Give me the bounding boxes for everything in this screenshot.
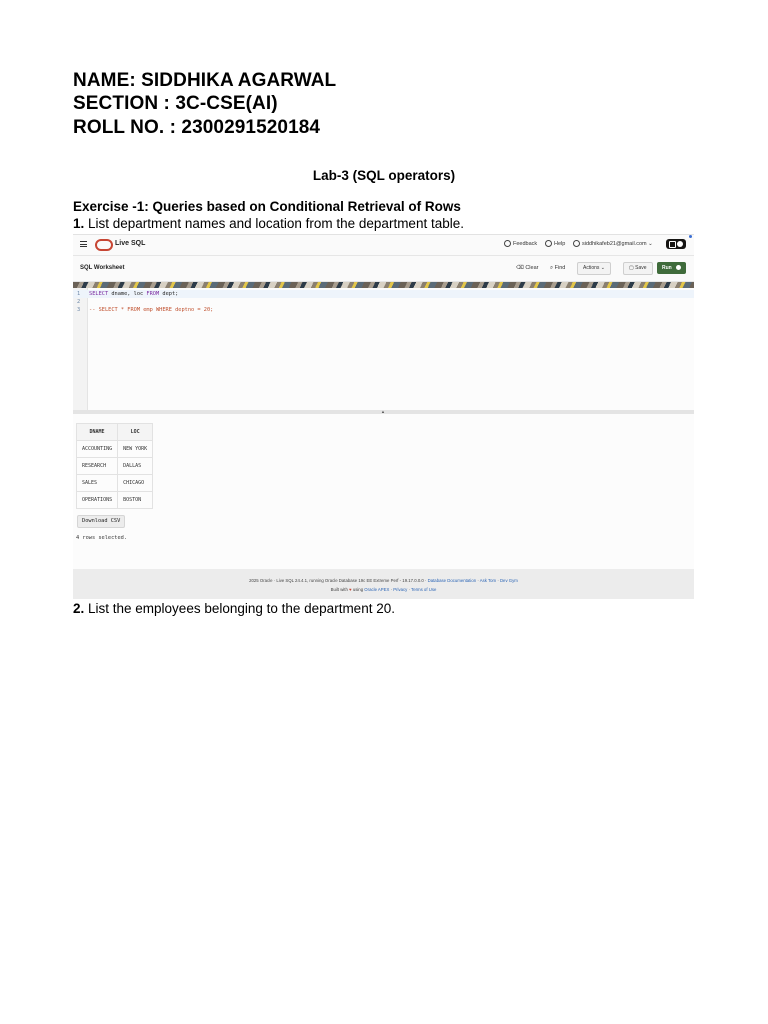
find-icon: ⌕ [550,265,554,271]
footer-link-terms[interactable]: Terms of Use [411,587,436,592]
sql-editor[interactable]: 1 SELECT dname, loc FROM dept; 2 3 -- SELECT… [73,288,694,411]
eraser-icon: ⌫ [516,265,524,271]
line-number: 3 [77,307,81,313]
table-cell: NEW YORK [117,440,154,458]
exercise-title: Exercise -1: Queries based on Conditiona… [73,199,461,214]
footer-link-docs[interactable]: Database Documentation [428,578,477,583]
question-1-text: List department names and location from … [84,216,464,231]
sql-text: dept; [159,291,179,297]
table-row: SALES CHICAGO [75,474,154,492]
clear-button[interactable]: ⌫ Clear [516,265,538,271]
footer-line-2: Built with ♥ using Oracle APEX · Privacy… [330,587,437,592]
save-button[interactable]: ▢ Save [623,262,653,275]
feedback-label: Feedback [513,240,538,247]
user-menu[interactable]: siddhikafeb21@gmail.com ⌄ [573,240,653,247]
footer-line-1: 2025 Oracle · Live SQL 24.4.1, running O… [249,578,518,583]
worksheet-title: SQL Worksheet [80,265,125,271]
save-icon: ▢ [629,265,634,271]
worksheet-toolbar: SQL Worksheet ⌫ Clear ⌕ Find Actions ⌄ ▢… [73,256,694,282]
footer-version-text: 2025 Oracle · Live SQL 24.4.1, running O… [249,578,428,583]
run-icon [676,265,681,270]
code-text: SELECT dname, loc FROM dept; [89,290,178,298]
result-table: DNAME LOC ACCOUNTING NEW YORK RESEARCH DALLA… [75,423,154,509]
student-section: SECTION : 3C-CSE(AI) [73,93,278,114]
rows-selected-status: 4 rows selected. [76,535,128,541]
lab-title: Lab-3 (SQL operators) [0,168,768,183]
results-pane: DNAME LOC ACCOUNTING NEW YORK RESEARCH DALLA… [73,414,694,569]
hamburger-menu-icon[interactable] [80,241,87,247]
feedback-link[interactable]: Feedback [504,240,537,247]
table-row: RESEARCH DALLAS [75,457,154,475]
line-number: 1 [77,291,81,297]
find-button[interactable]: ⌕ Find [550,265,565,272]
question-1: 1. List department names and location fr… [73,216,464,231]
dark-mode-icon [677,241,683,247]
line-number: 2 [77,299,81,305]
run-button[interactable]: Run [657,262,686,274]
column-header[interactable]: DNAME [75,423,119,441]
heart-icon: ♥ [349,587,352,592]
table-cell: SALES [75,474,119,492]
student-name: NAME: SIDDHIKA AGARWAL [73,70,337,91]
help-label: Help [554,240,566,247]
app-title: Live SQL [115,240,146,247]
help-link[interactable]: Help [545,240,565,247]
footer-built-with: Built with [330,587,348,592]
code-text: -- SELECT * FROM emp WHERE deptno = 20; [89,306,213,314]
student-roll-number: ROLL NO. : 2300291520184 [73,117,321,138]
footer-link-ask-tom[interactable]: Ask Tom [480,578,496,583]
question-2-number: 2. [73,601,85,616]
question-2: 2. List the employees belonging to the d… [73,601,395,616]
live-sql-screenshot: Live SQL Feedback Help siddhikafeb21@gma… [73,234,694,599]
save-label: Save [635,265,647,271]
table-row: ACCOUNTING NEW YORK [75,440,154,458]
download-csv-button[interactable]: Download CSV [77,515,126,528]
user-icon [573,240,580,247]
sql-comment: -- SELECT * FROM emp WHERE deptno = 20; [89,307,214,313]
table-cell: RESEARCH [75,457,119,475]
chevron-down-icon: ⌄ [648,240,653,247]
column-header[interactable]: LOC [117,423,154,441]
lab-title-text: Lab-3 (SQL operators) [312,168,456,183]
notification-dot [689,235,692,238]
oracle-logo-icon [95,239,113,251]
run-label: Run [662,265,672,271]
actions-label: Actions [583,265,600,271]
user-email: siddhikafeb21@gmail.com [582,240,647,247]
light-mode-icon [669,241,676,248]
theme-toggle[interactable] [666,239,686,249]
sql-text: dname, loc [108,291,147,297]
sql-keyword: FROM [146,291,160,297]
sql-keyword: SELECT [89,291,109,297]
question-2-text: List the employees belonging to the depa… [84,601,395,616]
footer-link-apex[interactable]: Oracle APEX [364,587,389,592]
chevron-down-icon: ⌄ [600,265,605,271]
question-1-number: 1. [73,216,85,231]
feedback-icon [504,240,511,247]
table-cell: BOSTON [117,491,154,509]
app-topbar: Live SQL Feedback Help siddhikafeb21@gma… [73,235,694,256]
footer-link-privacy[interactable]: Privacy [393,587,407,592]
help-icon [545,240,552,247]
page-footer: 2025 Oracle · Live SQL 24.4.1, running O… [73,569,694,599]
table-cell: CHICAGO [117,474,154,492]
footer-link-dev-gym[interactable]: Dev Gym [500,578,518,583]
line-number-gutter [73,288,88,410]
table-cell: OPERATIONS [75,491,119,509]
footer-using: using [352,587,364,592]
table-cell: ACCOUNTING [75,440,119,458]
actions-menu-button[interactable]: Actions ⌄ [577,262,611,275]
find-label: Find [554,265,566,271]
table-cell: DALLAS [117,457,154,475]
table-row: OPERATIONS BOSTON [75,491,154,509]
clear-label: Clear [525,265,539,271]
